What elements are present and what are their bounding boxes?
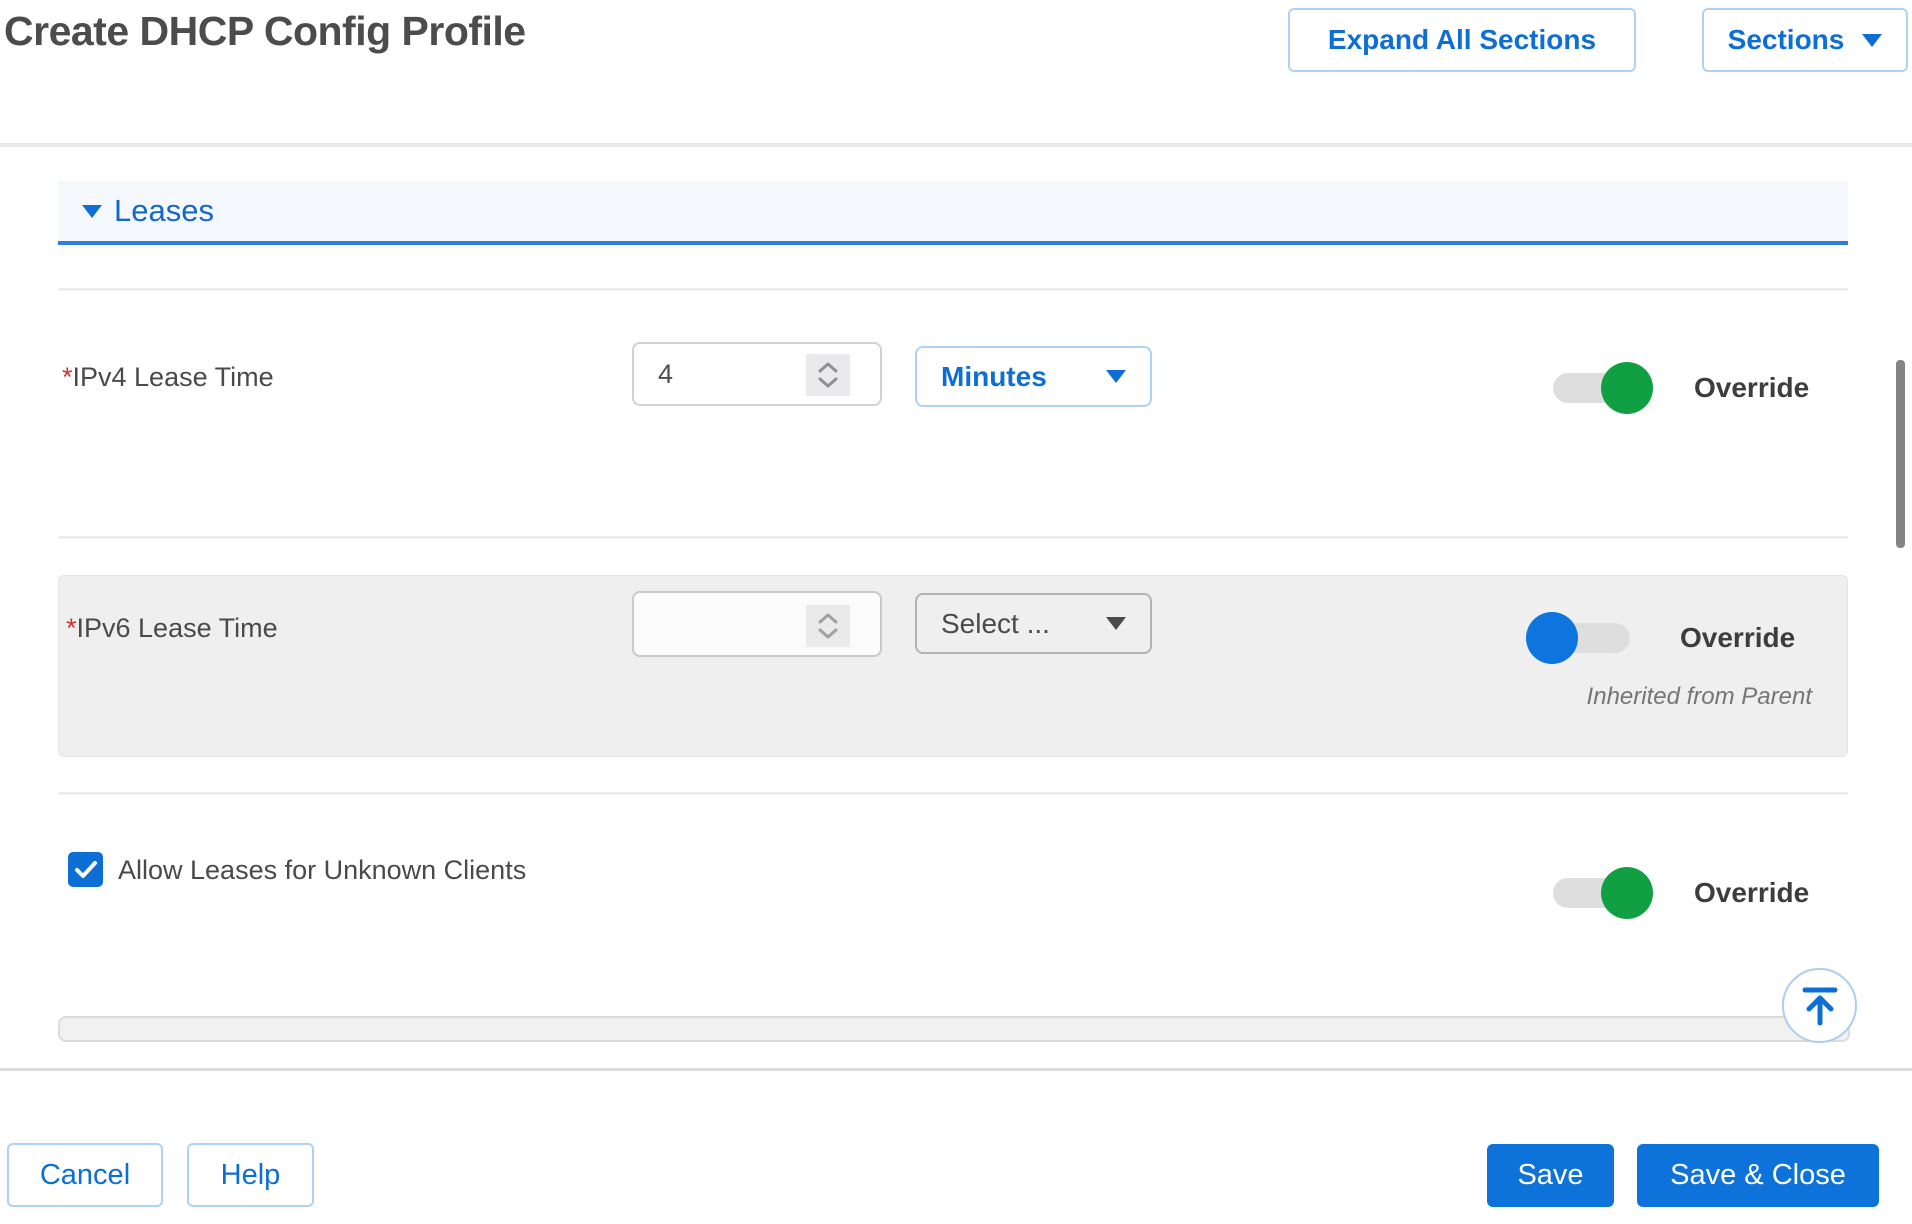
required-marker: * (66, 613, 77, 643)
ipv6-lease-time-input-wrap (632, 591, 882, 657)
collapse-triangle-icon (82, 204, 102, 218)
ipv4-lease-time-unit-dropdown[interactable]: Minutes (915, 346, 1152, 407)
scroll-to-top-button[interactable] (1782, 968, 1857, 1043)
ipv6-unit-placeholder: Select ... (941, 607, 1050, 639)
ipv6-override-label: Override (1680, 622, 1796, 653)
toggle-knob (1526, 612, 1578, 664)
toggle-knob (1601, 867, 1653, 919)
header-divider (0, 143, 1912, 147)
section-title: Leases (114, 193, 214, 228)
row-divider (58, 792, 1848, 795)
chevron-up-icon (818, 613, 838, 624)
ipv4-override-label: Override (1694, 372, 1810, 403)
section-header-leases[interactable]: Leases (58, 181, 1848, 245)
chevron-up-icon (818, 362, 838, 373)
vertical-scrollbar-thumb[interactable] (1896, 360, 1905, 548)
cancel-label: Cancel (39, 1158, 131, 1191)
row-divider (58, 288, 1848, 291)
expand-all-sections-button[interactable]: Expand All Sections (1288, 8, 1636, 72)
inherited-from-parent-note: Inherited from Parent (1586, 683, 1812, 710)
sections-dropdown-button[interactable]: Sections (1702, 8, 1908, 72)
save-and-close-label: Save & Close (1670, 1159, 1846, 1191)
ipv6-lease-time-stepper (806, 605, 850, 647)
ipv4-unit-value: Minutes (941, 360, 1047, 392)
scroll-to-top-icon (1802, 987, 1837, 1025)
row-divider (58, 536, 1848, 539)
chevron-down-icon (818, 628, 838, 639)
ipv4-lease-time-input-wrap (632, 342, 882, 406)
ipv4-lease-time-stepper[interactable] (806, 354, 850, 396)
expand-all-sections-label: Expand All Sections (1327, 24, 1597, 55)
ipv6-override-toggle[interactable] (1526, 612, 1632, 664)
ipv4-lease-time-text: IPv4 Lease Time (72, 362, 274, 392)
horizontal-scrollbar[interactable] (58, 1016, 1850, 1042)
ipv6-lease-time-unit-dropdown: Select ... (915, 593, 1152, 654)
allow-unknown-clients-label: Allow Leases for Unknown Clients (118, 855, 527, 885)
create-dhcp-config-profile-dialog: Create DHCP Config Profile Expand All Se… (0, 0, 1912, 1224)
page-title: Create DHCP Config Profile (4, 8, 526, 54)
checkmark-icon (74, 860, 97, 878)
required-marker: * (62, 362, 73, 392)
ipv4-lease-time-label: *IPv4 Lease Time (62, 362, 274, 393)
help-button[interactable]: Help (187, 1143, 314, 1207)
chevron-down-icon (1106, 617, 1126, 630)
save-and-close-button[interactable]: Save & Close (1637, 1144, 1879, 1207)
unknown-clients-override-toggle[interactable] (1551, 867, 1653, 919)
allow-unknown-clients-checkbox[interactable] (68, 852, 103, 887)
help-label: Help (220, 1158, 281, 1191)
sections-label: Sections (1727, 24, 1845, 55)
ipv6-lease-time-label: *IPv6 Lease Time (66, 613, 278, 644)
ipv4-override-toggle[interactable] (1551, 362, 1653, 414)
unknown-clients-override-label: Override (1694, 877, 1810, 908)
chevron-down-icon (818, 377, 838, 388)
ipv6-lease-time-text: IPv6 Lease Time (76, 613, 278, 643)
chevron-down-icon (1862, 33, 1883, 47)
toggle-knob (1601, 362, 1653, 414)
save-button[interactable]: Save (1487, 1144, 1614, 1207)
cancel-button[interactable]: Cancel (7, 1143, 163, 1207)
footer-divider (0, 1068, 1912, 1071)
save-label: Save (1517, 1159, 1584, 1191)
chevron-down-icon (1106, 370, 1126, 383)
